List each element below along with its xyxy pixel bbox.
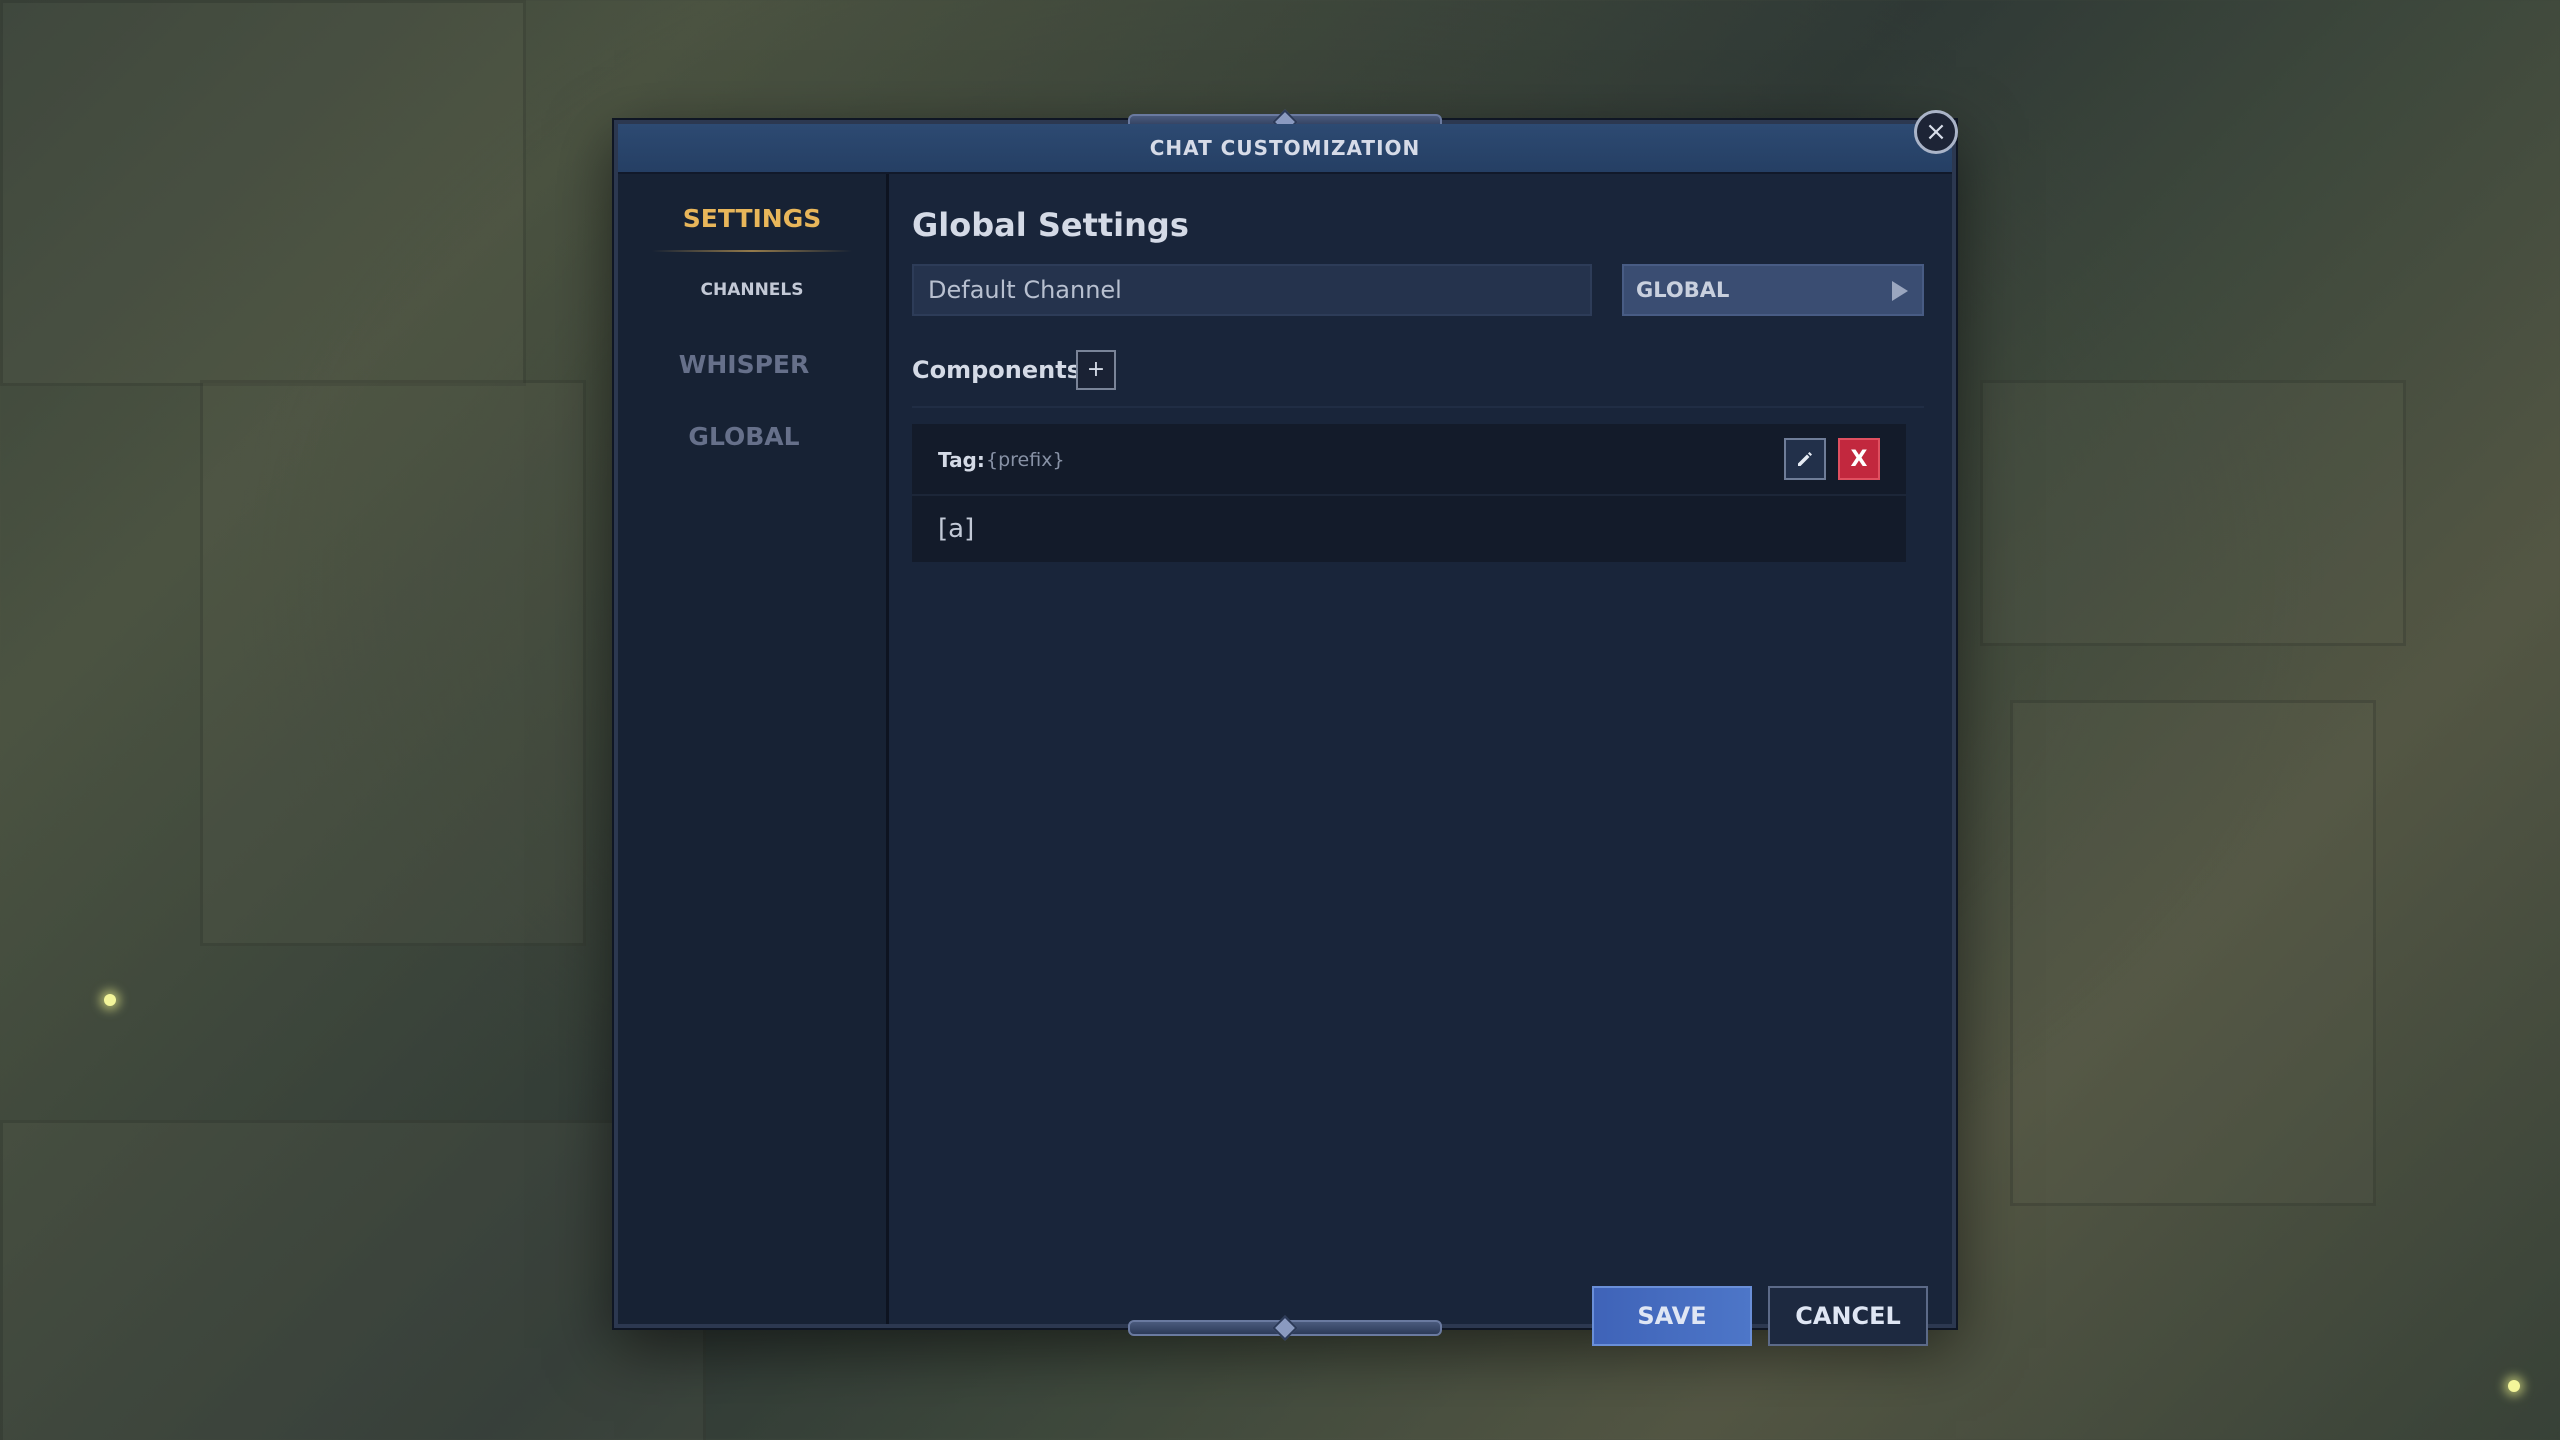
main-panel: Global Settings Default Channel GLOBAL C… [890,174,1952,1346]
sidebar-item-global[interactable]: GLOBAL [610,422,878,451]
dialog-titlebar: CHAT CUSTOMIZATION [618,124,1952,174]
add-component-button[interactable]: + [1076,350,1116,390]
default-channel-select[interactable]: GLOBAL [1622,264,1924,316]
component-tag-value: {prefix} [986,449,1065,471]
firefly-particle [2508,1380,2520,1392]
components-divider [912,406,1924,408]
firefly-particle [104,994,116,1006]
sidebar-active-underline [652,250,852,252]
default-channel-selected-value: GLOBAL [1636,278,1730,302]
component-card: Tag: {prefix} X [a] [912,424,1906,562]
sidebar-item-settings[interactable]: SETTINGS [618,204,886,233]
pencil-icon [1798,452,1812,466]
delete-component-button[interactable]: X [1838,438,1880,480]
components-label: Components [912,356,1081,384]
dialog-title: CHAT CUSTOMIZATION [1149,136,1421,160]
cancel-button[interactable]: CANCEL [1768,1286,1928,1346]
sidebar-item-channels[interactable]: CHANNELS [618,280,886,300]
component-tag-label: Tag: [938,448,985,472]
save-button[interactable]: SAVE [1592,1286,1752,1346]
component-card-header: Tag: {prefix} X [912,424,1906,496]
sidebar-item-whisper[interactable]: WHISPER [610,350,878,379]
sidebar: SETTINGS CHANNELS WHISPER GLOBAL [618,174,889,1324]
page-title: Global Settings [912,206,1189,244]
edit-component-button[interactable] [1784,438,1826,480]
triangle-right-icon [1892,281,1908,301]
close-icon[interactable]: × [1914,110,1958,154]
chat-customization-dialog: CHAT CUSTOMIZATION SETTINGS CHANNELS WHI… [614,114,1956,1346]
default-channel-field: Default Channel [912,264,1592,316]
component-value: [a] [938,514,975,544]
